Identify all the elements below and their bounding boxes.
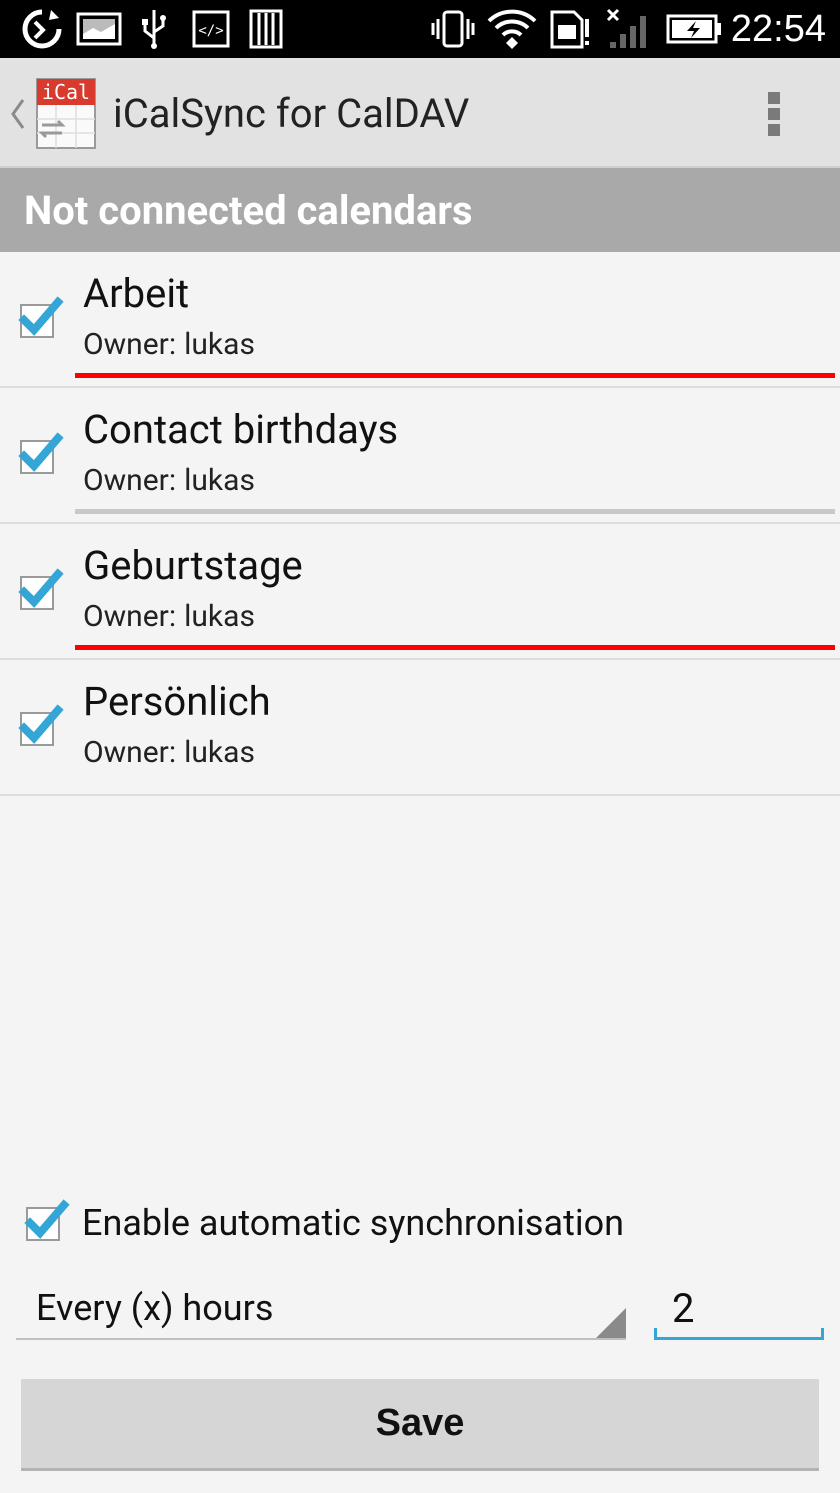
calendar-color-underline [75,509,835,514]
calendar-name: Persönlich [83,678,271,725]
calendar-item[interactable]: Persönlich Owner: lukas [0,660,840,796]
calendar-color-underline [75,373,835,378]
calendar-item[interactable]: Contact birthdays Owner: lukas [0,388,840,524]
sync-icon [20,8,64,50]
interval-spinner-value: Every (x) hours [36,1287,274,1329]
checkmark-icon [24,1199,70,1239]
svg-text:</>: </> [198,23,223,39]
storage-icon [248,8,284,50]
calendar-item[interactable]: Arbeit Owner: lukas [0,252,840,388]
app-title: iCalSync for CalDAV [113,90,470,137]
calendar-checkbox[interactable] [18,704,64,748]
code-icon: </> [192,8,230,50]
overflow-menu-icon[interactable] [760,88,788,140]
checkmark-icon [18,296,64,336]
calendar-checkbox[interactable] [18,568,64,612]
calendar-checkbox[interactable] [18,296,64,340]
app-icon-label: iCal [41,80,91,104]
spinner-arrow-icon [596,1308,626,1338]
owner-value: lukas [184,735,255,770]
battery-charging-icon [666,8,722,50]
calendar-name: Geburtstage [83,542,303,589]
action-bar: iCal iCalSync for CalDAV [0,58,840,168]
status-bar: </> 22:54 [0,0,840,58]
checkmark-icon [18,568,64,608]
interval-spinner[interactable]: Every (x) hours [16,1280,626,1340]
save-button[interactable]: Save [21,1379,819,1471]
auto-sync-row[interactable]: Enable automatic synchronisation [24,1197,784,1249]
sim-icon [548,8,592,50]
calendar-name: Arbeit [83,270,190,317]
wifi-icon [486,8,538,50]
checkmark-icon [18,704,64,744]
calendar-checkbox[interactable] [18,432,64,476]
section-header: Not connected calendars [0,168,840,252]
owner-label: Owner: [83,463,177,498]
owner-value: lukas [184,599,255,634]
calendar-item[interactable]: Geburtstage Owner: lukas [0,524,840,660]
owner-label: Owner: [83,735,177,770]
calendar-color-underline [75,645,835,650]
up-chevron-icon[interactable] [8,96,28,136]
calendar-owner: Owner: lukas [83,462,255,500]
calendar-owner: Owner: lukas [83,734,255,772]
owner-value: lukas [184,327,255,362]
hours-input[interactable] [654,1280,824,1340]
app-icon[interactable]: iCal [36,75,96,149]
auto-sync-label: Enable automatic synchronisation [82,1202,625,1244]
signal-icon [604,8,654,50]
checkmark-icon [18,432,64,472]
calendar-owner: Owner: lukas [83,598,255,636]
vibrate-icon [430,8,476,50]
status-clock: 22:54 [730,8,826,50]
auto-sync-checkbox[interactable] [24,1199,70,1243]
owner-label: Owner: [83,599,177,634]
usb-icon [136,8,172,50]
calendar-name: Contact birthdays [83,406,399,453]
owner-label: Owner: [83,327,177,362]
owner-value: lukas [184,463,255,498]
image-icon [76,8,122,50]
calendar-owner: Owner: lukas [83,326,255,364]
